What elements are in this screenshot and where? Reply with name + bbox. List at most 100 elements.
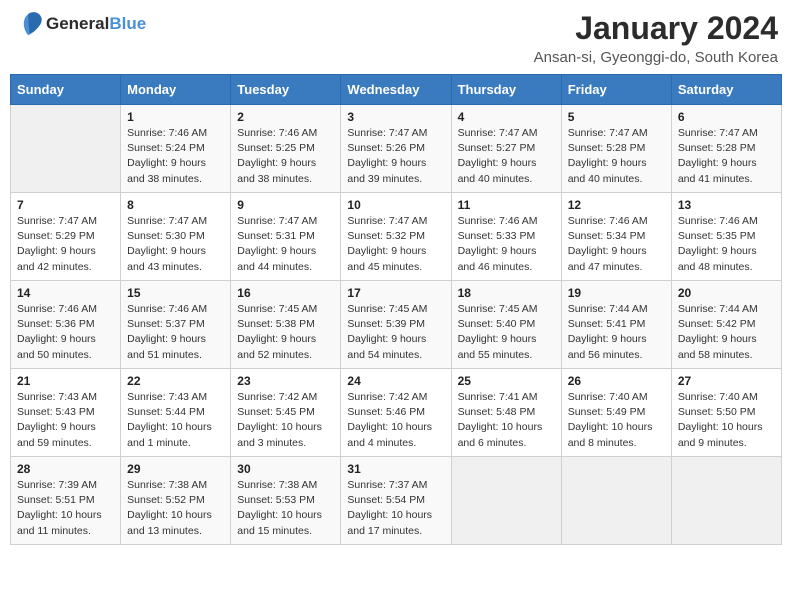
day-info: Sunrise: 7:47 AMSunset: 5:31 PMDaylight:… — [237, 214, 334, 275]
weekday-header-sunday: Sunday — [11, 75, 121, 105]
month-title: January 2024 — [534, 10, 778, 47]
day-info: Sunrise: 7:45 AMSunset: 5:39 PMDaylight:… — [347, 302, 444, 363]
calendar-cell: 1 Sunrise: 7:46 AMSunset: 5:24 PMDaylight… — [121, 105, 231, 193]
day-info: Sunrise: 7:47 AMSunset: 5:26 PMDaylight:… — [347, 126, 444, 187]
calendar-cell: 6 Sunrise: 7:47 AMSunset: 5:28 PMDaylight… — [671, 105, 781, 193]
calendar-cell: 27 Sunrise: 7:40 AMSunset: 5:50 PMDayligh… — [671, 369, 781, 457]
calendar-cell: 21Sunrise: 7:43 AMSunset: 5:43 PMDayligh… — [11, 369, 121, 457]
day-number: 18 — [458, 286, 555, 300]
week-row-2: 7 Sunrise: 7:47 AMSunset: 5:29 PMDaylight… — [11, 193, 782, 281]
calendar-cell: 22 Sunrise: 7:43 AMSunset: 5:44 PMDayligh… — [121, 369, 231, 457]
calendar-cell: 17 Sunrise: 7:45 AMSunset: 5:39 PMDayligh… — [341, 281, 451, 369]
day-number: 14 — [17, 286, 114, 300]
day-number: 11 — [458, 198, 555, 212]
calendar-cell — [671, 457, 781, 545]
day-number: 20 — [678, 286, 775, 300]
day-info: Sunrise: 7:47 AMSunset: 5:30 PMDaylight:… — [127, 214, 224, 275]
day-info: Sunrise: 7:44 AMSunset: 5:42 PMDaylight:… — [678, 302, 775, 363]
day-info: Sunrise: 7:47 AMSunset: 5:32 PMDaylight:… — [347, 214, 444, 275]
day-number: 4 — [458, 110, 555, 124]
day-info: Sunrise: 7:46 AMSunset: 5:37 PMDaylight:… — [127, 302, 224, 363]
day-info: Sunrise: 7:43 AMSunset: 5:44 PMDaylight:… — [127, 390, 224, 451]
day-info: Sunrise: 7:40 AMSunset: 5:49 PMDaylight:… — [568, 390, 665, 451]
day-number: 5 — [568, 110, 665, 124]
calendar-cell: 3Sunrise: 7:47 AMSunset: 5:26 PMDaylight… — [341, 105, 451, 193]
calendar-cell: 30 Sunrise: 7:38 AMSunset: 5:53 PMDayligh… — [231, 457, 341, 545]
day-number: 2 — [237, 110, 334, 124]
week-row-5: 28Sunrise: 7:39 AMSunset: 5:51 PMDayligh… — [11, 457, 782, 545]
calendar-cell: 23 Sunrise: 7:42 AMSunset: 5:45 PMDayligh… — [231, 369, 341, 457]
calendar-cell — [561, 457, 671, 545]
day-number: 17 — [347, 286, 444, 300]
calendar-cell: 16Sunrise: 7:45 AMSunset: 5:38 PMDayligh… — [231, 281, 341, 369]
day-info: Sunrise: 7:46 AMSunset: 5:36 PMDaylight:… — [17, 302, 114, 363]
weekday-header-saturday: Saturday — [671, 75, 781, 105]
day-number: 16 — [237, 286, 334, 300]
calendar-cell: 11 Sunrise: 7:46 AMSunset: 5:33 PMDayligh… — [451, 193, 561, 281]
weekday-header-wednesday: Wednesday — [341, 75, 451, 105]
day-info: Sunrise: 7:39 AMSunset: 5:51 PMDaylight:… — [17, 478, 114, 539]
day-number: 8 — [127, 198, 224, 212]
weekday-header-monday: Monday — [121, 75, 231, 105]
day-number: 13 — [678, 198, 775, 212]
day-number: 10 — [347, 198, 444, 212]
calendar-cell: 19 Sunrise: 7:44 AMSunset: 5:41 PMDayligh… — [561, 281, 671, 369]
week-row-3: 14 Sunrise: 7:46 AMSunset: 5:36 PMDayligh… — [11, 281, 782, 369]
calendar-cell: 31 Sunrise: 7:37 AMSunset: 5:54 PMDayligh… — [341, 457, 451, 545]
day-number: 6 — [678, 110, 775, 124]
title-section: January 2024 Ansan-si, Gyeonggi-do, Sout… — [534, 10, 778, 66]
day-info: Sunrise: 7:43 AMSunset: 5:43 PMDaylight:… — [17, 390, 114, 451]
day-info: Sunrise: 7:46 AMSunset: 5:33 PMDaylight:… — [458, 214, 555, 275]
page-header: GeneralBlue January 2024 Ansan-si, Gyeon… — [10, 10, 782, 66]
day-info: Sunrise: 7:47 AMSunset: 5:28 PMDaylight:… — [568, 126, 665, 187]
day-info: Sunrise: 7:42 AMSunset: 5:45 PMDaylight:… — [237, 390, 334, 451]
week-row-4: 21Sunrise: 7:43 AMSunset: 5:43 PMDayligh… — [11, 369, 782, 457]
day-number: 22 — [127, 374, 224, 388]
day-info: Sunrise: 7:37 AMSunset: 5:54 PMDaylight:… — [347, 478, 444, 539]
day-info: Sunrise: 7:45 AMSunset: 5:40 PMDaylight:… — [458, 302, 555, 363]
day-info: Sunrise: 7:40 AMSunset: 5:50 PMDaylight:… — [678, 390, 775, 451]
calendar-cell: 4 Sunrise: 7:47 AMSunset: 5:27 PMDaylight… — [451, 105, 561, 193]
calendar-cell: 29Sunrise: 7:38 AMSunset: 5:52 PMDayligh… — [121, 457, 231, 545]
day-info: Sunrise: 7:42 AMSunset: 5:46 PMDaylight:… — [347, 390, 444, 451]
calendar-cell: 13 Sunrise: 7:46 AMSunset: 5:35 PMDayligh… — [671, 193, 781, 281]
calendar-cell: 28Sunrise: 7:39 AMSunset: 5:51 PMDayligh… — [11, 457, 121, 545]
day-info: Sunrise: 7:46 AMSunset: 5:35 PMDaylight:… — [678, 214, 775, 275]
day-info: Sunrise: 7:38 AMSunset: 5:52 PMDaylight:… — [127, 478, 224, 539]
day-number: 12 — [568, 198, 665, 212]
calendar-cell — [451, 457, 561, 545]
calendar-cell: 20 Sunrise: 7:44 AMSunset: 5:42 PMDayligh… — [671, 281, 781, 369]
logo-text: GeneralBlue — [46, 14, 146, 34]
day-number: 23 — [237, 374, 334, 388]
day-number: 27 — [678, 374, 775, 388]
day-info: Sunrise: 7:47 AMSunset: 5:29 PMDaylight:… — [17, 214, 114, 275]
day-info: Sunrise: 7:47 AMSunset: 5:28 PMDaylight:… — [678, 126, 775, 187]
day-info: Sunrise: 7:44 AMSunset: 5:41 PMDaylight:… — [568, 302, 665, 363]
calendar-cell: 8 Sunrise: 7:47 AMSunset: 5:30 PMDaylight… — [121, 193, 231, 281]
day-number: 15 — [127, 286, 224, 300]
day-number: 31 — [347, 462, 444, 476]
logo: GeneralBlue — [14, 10, 146, 38]
day-info: Sunrise: 7:46 AMSunset: 5:24 PMDaylight:… — [127, 126, 224, 187]
weekday-header-friday: Friday — [561, 75, 671, 105]
calendar-table: SundayMondayTuesdayWednesdayThursdayFrid… — [10, 74, 782, 545]
calendar-cell: 15 Sunrise: 7:46 AMSunset: 5:37 PMDayligh… — [121, 281, 231, 369]
day-number: 25 — [458, 374, 555, 388]
week-row-1: 1 Sunrise: 7:46 AMSunset: 5:24 PMDaylight… — [11, 105, 782, 193]
calendar-cell: 18 Sunrise: 7:45 AMSunset: 5:40 PMDayligh… — [451, 281, 561, 369]
day-number: 19 — [568, 286, 665, 300]
day-number: 24 — [347, 374, 444, 388]
location: Ansan-si, Gyeonggi-do, South Korea — [534, 49, 778, 66]
day-info: Sunrise: 7:47 AMSunset: 5:27 PMDaylight:… — [458, 126, 555, 187]
day-info: Sunrise: 7:38 AMSunset: 5:53 PMDaylight:… — [237, 478, 334, 539]
day-number: 30 — [237, 462, 334, 476]
calendar-cell: 2Sunrise: 7:46 AMSunset: 5:25 PMDaylight… — [231, 105, 341, 193]
weekday-header-row: SundayMondayTuesdayWednesdayThursdayFrid… — [11, 75, 782, 105]
day-number: 7 — [17, 198, 114, 212]
day-number: 1 — [127, 110, 224, 124]
day-info: Sunrise: 7:41 AMSunset: 5:48 PMDaylight:… — [458, 390, 555, 451]
calendar-cell: 26Sunrise: 7:40 AMSunset: 5:49 PMDayligh… — [561, 369, 671, 457]
calendar-cell — [11, 105, 121, 193]
calendar-cell: 5 Sunrise: 7:47 AMSunset: 5:28 PMDaylight… — [561, 105, 671, 193]
calendar-cell: 14 Sunrise: 7:46 AMSunset: 5:36 PMDayligh… — [11, 281, 121, 369]
